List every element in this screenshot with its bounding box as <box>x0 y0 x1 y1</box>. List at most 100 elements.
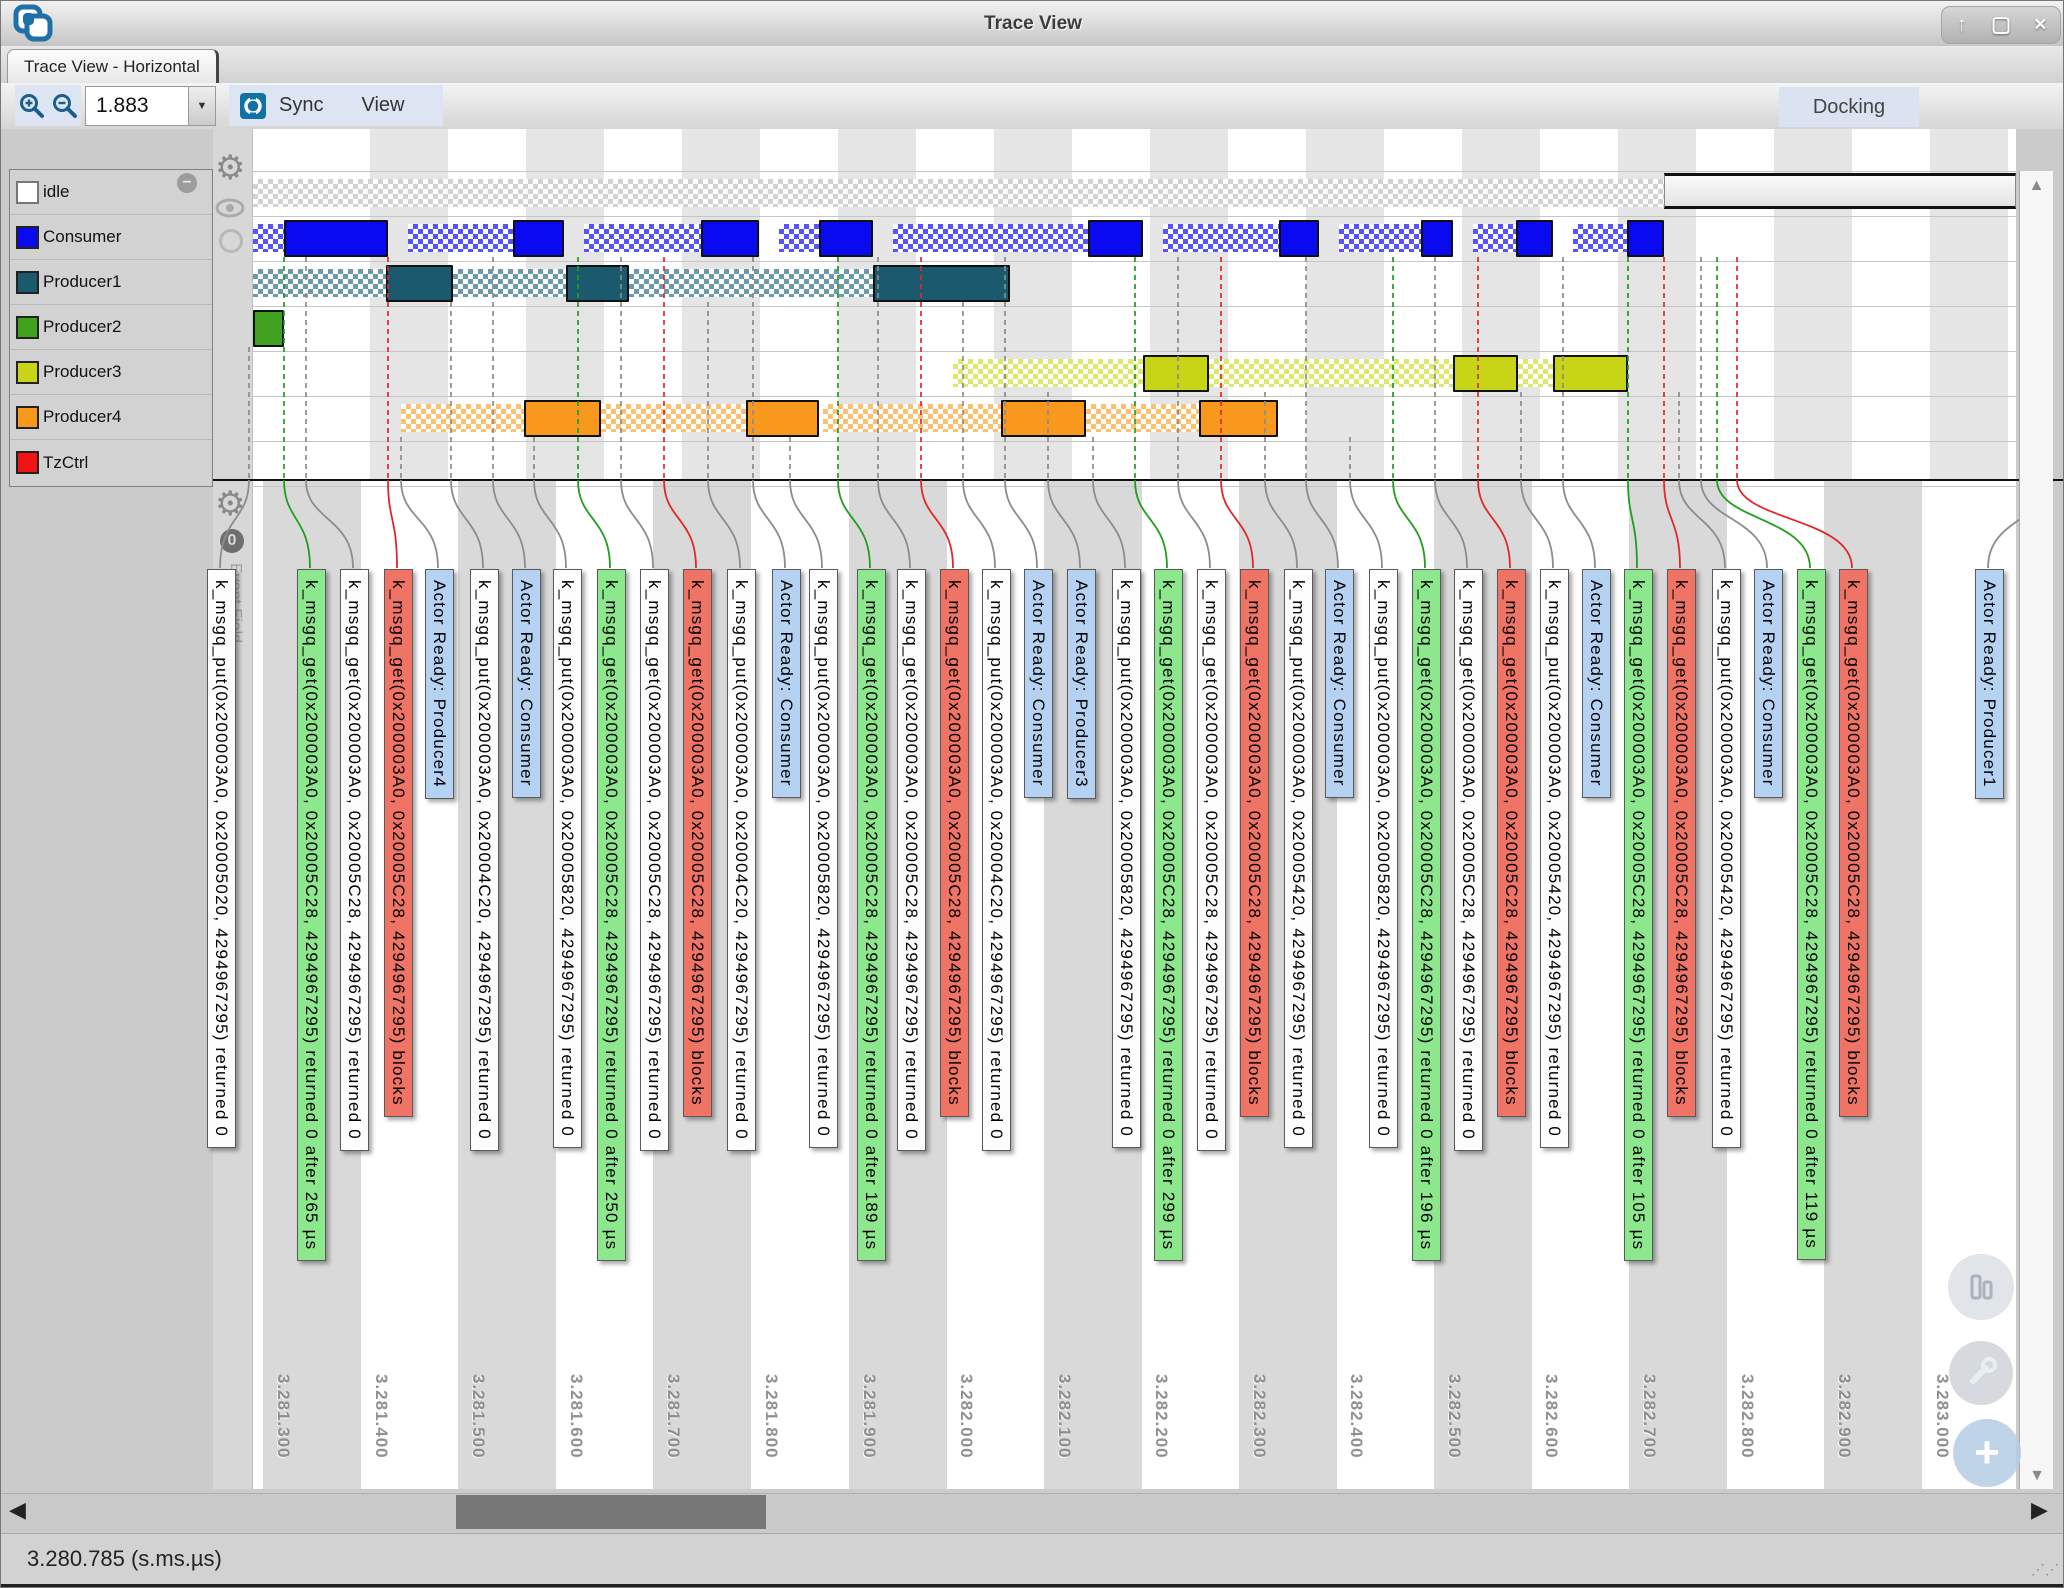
producer1-exec-block[interactable] <box>386 265 453 302</box>
event-label[interactable]: Actor Ready: Consumer <box>512 569 541 798</box>
eye-icon[interactable] <box>215 197 245 219</box>
legend-row-producer1[interactable]: Producer1 <box>10 260 212 305</box>
consumer-ready-band <box>893 224 1088 252</box>
sync-button[interactable]: Sync <box>279 94 323 117</box>
event-field-collapse-icon[interactable]: 0 <box>220 529 244 553</box>
scroll-up-icon[interactable]: ▲ <box>2020 177 2053 195</box>
event-label[interactable]: k_msgq_put(0x200003A0, 0x20005820, 42949… <box>1112 569 1141 1148</box>
consumer-exec-block[interactable] <box>1279 220 1319 257</box>
time-axis-tick: 3.281.500 <box>468 1374 488 1459</box>
event-label[interactable]: Actor Ready: Consumer <box>1024 569 1053 798</box>
view-button[interactable]: View <box>361 94 404 117</box>
event-label[interactable]: k_msgq_get(0x200003A0, 0x20005C28, 42949… <box>683 569 712 1117</box>
legend-row-tzctrl[interactable]: TzCtrl <box>10 440 212 485</box>
event-label[interactable]: Actor Ready: Producer4 <box>425 569 454 799</box>
legend-row-producer4[interactable]: Producer4 <box>10 395 212 440</box>
tab-trace-view-horizontal[interactable]: Trace View - Horizontal <box>7 49 219 84</box>
legend-row-producer2[interactable]: Producer2 <box>10 305 212 350</box>
event-label[interactable]: k_msgq_get(0x200003A0, 0x20005C28, 42949… <box>1197 569 1226 1151</box>
producer4-exec-block[interactable] <box>746 400 819 437</box>
event-label[interactable]: k_msgq_put(0x200003A0, 0x20004C20, 42949… <box>470 569 499 1151</box>
consumer-exec-block[interactable] <box>819 220 873 257</box>
event-label[interactable]: k_msgq_get(0x200003A0, 0x20005C28, 42949… <box>857 569 886 1261</box>
scroll-down-icon[interactable]: ▼ <box>2020 1467 2054 1485</box>
panels-button[interactable] <box>1948 1254 2014 1320</box>
producer4-exec-block[interactable] <box>524 400 601 437</box>
event-label[interactable]: k_msgq_get(0x200003A0, 0x20005C28, 42949… <box>640 569 669 1151</box>
producer1-exec-block[interactable] <box>873 265 1010 302</box>
producer3-exec-block[interactable] <box>1143 355 1209 392</box>
event-label[interactable]: k_msgq_put(0x200003A0, 0x20005020, 42949… <box>207 569 236 1148</box>
overview-box[interactable] <box>1664 173 2016 209</box>
event-label[interactable]: k_msgq_put(0x200003A0, 0x20005820, 42949… <box>809 569 838 1148</box>
event-label[interactable]: k_msgq_get(0x200003A0, 0x20005C28, 42949… <box>1667 569 1696 1117</box>
event-label[interactable]: k_msgq_get(0x200003A0, 0x20005C28, 42949… <box>340 569 369 1151</box>
event-field-gear-icon[interactable]: ⚙ <box>215 487 245 521</box>
event-label[interactable]: k_msgq_get(0x200003A0, 0x20005C28, 42949… <box>1454 569 1483 1151</box>
minimize-icon[interactable]: ↑ <box>1947 10 1977 40</box>
horizontal-scrollbar-thumb[interactable] <box>456 1495 766 1529</box>
close-icon[interactable]: × <box>2025 10 2055 40</box>
event-label[interactable]: k_msgq_get(0x200003A0, 0x20005C28, 42949… <box>1624 569 1653 1261</box>
scroll-right-icon[interactable]: ▶ <box>2031 1497 2048 1523</box>
consumer-exec-block[interactable] <box>284 220 388 257</box>
zoom-in-icon[interactable] <box>19 93 45 119</box>
gear-icon[interactable]: ⚙ <box>215 151 245 185</box>
event-label[interactable]: k_msgq_get(0x200003A0, 0x20005C28, 42949… <box>1412 569 1441 1261</box>
consumer-exec-block[interactable] <box>1421 220 1453 257</box>
event-label[interactable]: k_msgq_put(0x200003A0, 0x20005420, 42949… <box>1284 569 1313 1148</box>
event-label[interactable]: Actor Ready: Producer1 <box>1975 569 2004 799</box>
event-label[interactable]: k_msgq_put(0x200003A0, 0x20005420, 42949… <box>1540 569 1569 1148</box>
event-label[interactable]: k_msgq_put(0x200003A0, 0x20004C20, 42949… <box>727 569 756 1151</box>
legend-row-producer3[interactable]: Producer3 <box>10 350 212 395</box>
event-label[interactable]: k_msgq_put(0x200003A0, 0x20005420, 42949… <box>1712 569 1741 1148</box>
producer4-exec-block[interactable] <box>1199 400 1278 437</box>
consumer-exec-block[interactable] <box>1627 220 1664 257</box>
maximize-icon[interactable]: ▢ <box>1986 10 2016 40</box>
vertical-scrollbar[interactable]: ▲ ▼ <box>2019 171 2053 1489</box>
event-label[interactable]: k_msgq_get(0x200003A0, 0x20005C28, 42949… <box>1154 569 1183 1261</box>
zoom-level-dropdown-icon[interactable]: ▼ <box>188 86 216 126</box>
resize-grip[interactable]: ⋰⋰ <box>2031 1561 2059 1578</box>
event-label[interactable]: k_msgq_get(0x200003A0, 0x20005C28, 42949… <box>1240 569 1269 1117</box>
docking-button[interactable]: Docking <box>1779 87 1919 127</box>
event-label[interactable]: k_msgq_get(0x200003A0, 0x20005C28, 42949… <box>597 569 626 1261</box>
consumer-exec-block[interactable] <box>513 220 564 257</box>
event-label[interactable]: k_msgq_put(0x200003A0, 0x20005820, 42949… <box>553 569 582 1148</box>
add-button[interactable]: + <box>1953 1419 2021 1487</box>
event-label[interactable]: k_msgq_get(0x200003A0, 0x20005C28, 42949… <box>940 569 969 1117</box>
legend-swatch <box>16 406 39 429</box>
marker-circle-icon[interactable] <box>219 229 243 253</box>
event-label[interactable]: k_msgq_get(0x200003A0, 0x20005C28, 42949… <box>1839 569 1868 1117</box>
producer3-exec-block[interactable] <box>1453 355 1518 392</box>
event-label[interactable]: k_msgq_get(0x200003A0, 0x20005C28, 42949… <box>384 569 413 1117</box>
event-label[interactable]: k_msgq_get(0x200003A0, 0x20005C28, 42949… <box>297 569 326 1261</box>
consumer-exec-block[interactable] <box>1088 220 1143 257</box>
scroll-left-icon[interactable]: ◀ <box>9 1497 26 1523</box>
sync-icon[interactable] <box>239 92 267 120</box>
event-label[interactable]: Actor Ready: Consumer <box>1325 569 1354 798</box>
event-label[interactable]: Actor Ready: Producer3 <box>1067 569 1096 799</box>
event-label[interactable]: k_msgq_get(0x200003A0, 0x20005C28, 42949… <box>897 569 926 1151</box>
legend-collapse-icon[interactable]: − <box>177 173 197 193</box>
event-label[interactable]: Actor Ready: Consumer <box>772 569 801 798</box>
time-axis-tick: 3.281.800 <box>761 1374 781 1459</box>
event-label[interactable]: k_msgq_get(0x200003A0, 0x20005C28, 42949… <box>1497 569 1526 1117</box>
horizontal-scrollbar[interactable] <box>1 1493 2064 1531</box>
zoom-level-input[interactable]: 1.883 <box>85 86 199 126</box>
consumer-exec-block[interactable] <box>1516 220 1553 257</box>
producer3-exec-block[interactable] <box>1553 355 1628 392</box>
event-label[interactable]: Actor Ready: Consumer <box>1754 569 1783 798</box>
event-label[interactable]: k_msgq_put(0x200003A0, 0x20004C20, 42949… <box>982 569 1011 1151</box>
producer2-exec-block[interactable] <box>253 310 284 347</box>
consumer-exec-block[interactable] <box>701 220 759 257</box>
event-label[interactable]: k_msgq_get(0x200003A0, 0x20005C28, 42949… <box>1797 569 1826 1260</box>
event-label[interactable]: Actor Ready: Consumer <box>1582 569 1611 798</box>
legend-row-consumer[interactable]: Consumer <box>10 215 212 260</box>
legend-swatch <box>16 316 39 339</box>
event-label[interactable]: k_msgq_put(0x200003A0, 0x20005820, 42949… <box>1369 569 1398 1148</box>
settings-button[interactable] <box>1949 1341 2013 1405</box>
producer1-exec-block[interactable] <box>566 265 629 302</box>
producer4-exec-block[interactable] <box>1001 400 1086 437</box>
zoom-out-icon[interactable] <box>52 93 78 119</box>
